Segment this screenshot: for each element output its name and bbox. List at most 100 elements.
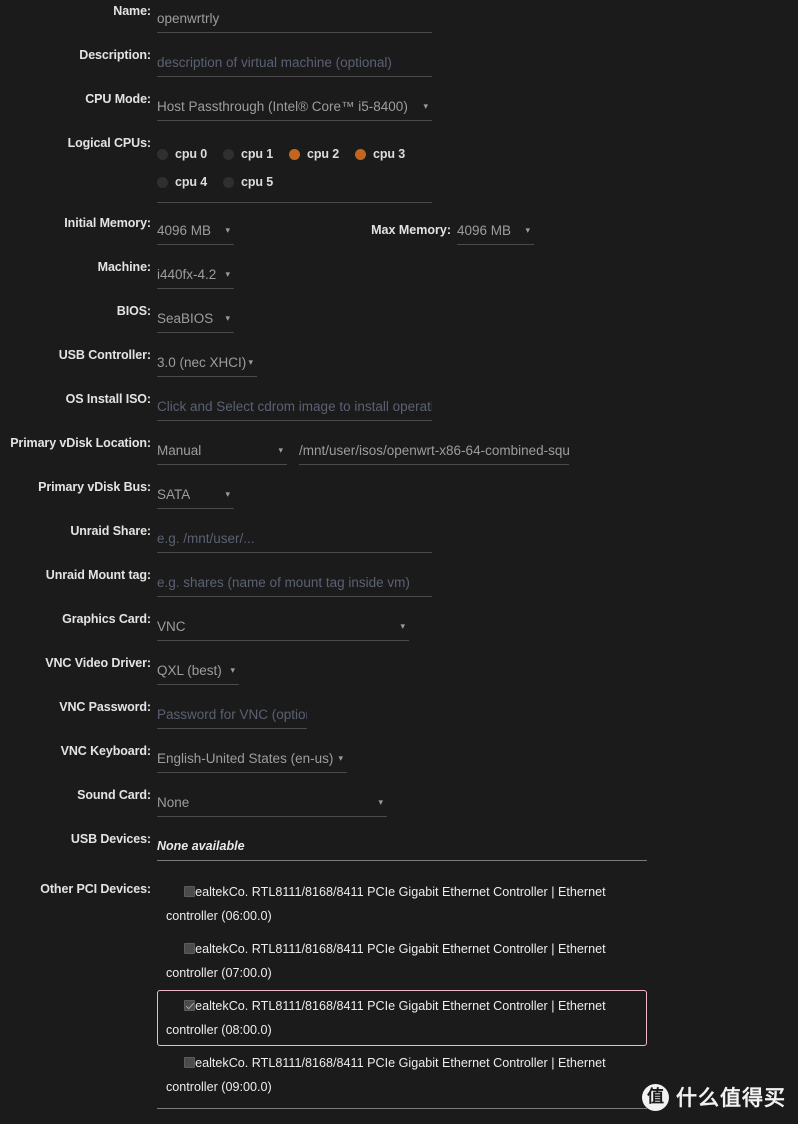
chevron-down-icon: ▾ <box>225 224 230 235</box>
unraid-mount-tag-input[interactable]: e.g. shares (name of mount tag inside vm… <box>157 568 432 597</box>
vnc-video-driver-value: QXL (best) <box>157 662 222 678</box>
vnc-password-placeholder: Password for VNC (optional <box>157 706 307 722</box>
chevron-down-icon: ▾ <box>338 752 343 763</box>
field-row-name: Name: openwrtrly <box>0 4 798 48</box>
sound-card-select[interactable]: None ▾ <box>157 788 387 817</box>
description-input[interactable]: description of virtual machine (optional… <box>157 48 432 77</box>
label-bios: BIOS: <box>116 304 151 318</box>
label-sound-card: Sound Card: <box>77 788 151 802</box>
chevron-down-icon: ▾ <box>225 312 230 323</box>
pci-device-item[interactable]: RealtekCo. RTL8111/8168/8411 PCIe Gigabi… <box>157 933 647 989</box>
vnc-keyboard-select[interactable]: English-United States (en-us) ▾ <box>157 744 347 773</box>
pci-device-item[interactable]: RealtekCo. RTL8111/8168/8411 PCIe Gigabi… <box>157 876 647 932</box>
field-row-machine: Machine: i440fx-4.2 ▾ <box>0 260 798 304</box>
primary-vdisk-bus-select[interactable]: SATA ▾ <box>157 480 234 509</box>
initial-memory-select[interactable]: 4096 MB ▾ <box>157 216 234 245</box>
label-vnc-keyboard: VNC Keyboard: <box>60 744 151 758</box>
label-logical-cpus: Logical CPUs: <box>67 136 152 150</box>
field-row-memory: Initial Memory: 4096 MB ▾ Max Memory: 40… <box>0 216 798 260</box>
field-row-usb-controller: USB Controller: 3.0 (nec XHCI) ▾ <box>0 348 798 392</box>
chevron-down-icon: ▾ <box>248 356 253 367</box>
label-os-install-iso: OS Install ISO: <box>65 392 151 406</box>
label-primary-vdisk-location: Primary vDisk Location: <box>10 436 151 450</box>
name-input[interactable]: openwrtrly <box>157 4 432 33</box>
field-row-vnc-keyboard: VNC Keyboard: English-United States (en-… <box>0 744 798 788</box>
chevron-down-icon: ▾ <box>525 224 530 235</box>
radio-icon <box>157 176 168 188</box>
max-memory-select[interactable]: 4096 MB ▾ <box>457 216 534 245</box>
radio-icon-selected <box>355 148 366 160</box>
usb-controller-select[interactable]: 3.0 (nec XHCI) ▾ <box>157 348 257 377</box>
unraid-mount-tag-placeholder: e.g. shares (name of mount tag inside vm… <box>157 574 410 590</box>
logical-cpus-group: cpu 0 cpu 1 cpu 2 cpu 3 cpu 4 cpu 5 <box>157 136 432 203</box>
description-placeholder: description of virtual machine (optional… <box>157 54 392 70</box>
field-row-logical-cpus: Logical CPUs: cpu 0 cpu 1 cpu 2 cpu 3 cp… <box>0 136 798 216</box>
primary-vdisk-bus-value: SATA <box>157 486 191 502</box>
chevron-down-icon: ▾ <box>400 620 405 631</box>
vnc-password-input[interactable]: Password for VNC (optional <box>157 700 307 729</box>
label-name: Name: <box>113 4 151 18</box>
pci-device-item-selected[interactable]: RealtekCo. RTL8111/8168/8411 PCIe Gigabi… <box>157 990 647 1046</box>
checkbox-icon[interactable] <box>184 943 195 954</box>
cpu-checkbox-1[interactable]: cpu 1 <box>223 147 289 161</box>
graphics-card-select[interactable]: VNC ▾ <box>157 612 409 641</box>
label-primary-vdisk-bus: Primary vDisk Bus: <box>38 480 151 494</box>
label-description: Description: <box>79 48 151 62</box>
field-row-usb-devices: USB Devices: None available <box>0 832 798 876</box>
checkbox-icon-checked[interactable] <box>184 1000 195 1011</box>
primary-vdisk-path-input[interactable]: /mnt/user/isos/openwrt-x86-64-combined-s… <box>299 436 569 465</box>
max-memory-value: 4096 MB <box>457 222 512 238</box>
usb-devices-list: None available <box>157 832 647 861</box>
field-row-bios: BIOS: SeaBIOS ▾ <box>0 304 798 348</box>
bios-select[interactable]: SeaBIOS ▾ <box>157 304 234 333</box>
vm-settings-form: Name: openwrtrly Description: descriptio… <box>0 0 798 1124</box>
radio-icon-selected <box>289 148 300 160</box>
initial-memory-value: 4096 MB <box>157 222 212 238</box>
label-unraid-mount-tag: Unraid Mount tag: <box>45 568 151 582</box>
checkbox-icon[interactable] <box>184 886 195 897</box>
graphics-card-value: VNC <box>157 618 186 634</box>
chevron-down-icon: ▾ <box>378 796 383 807</box>
cpu-mode-select[interactable]: Host Passthrough (Intel® Core™ i5-8400) … <box>157 92 432 121</box>
pci-device-item[interactable]: RealtekCo. RTL8111/8168/8411 PCIe Gigabi… <box>157 1047 647 1103</box>
cpu-mode-value: Host Passthrough (Intel® Core™ i5-8400) <box>157 98 408 114</box>
field-row-vnc-password: VNC Password: Password for VNC (optional <box>0 700 798 744</box>
pci-device-label: RealtekCo. RTL8111/8168/8411 PCIe Gigabi… <box>166 942 606 980</box>
field-row-cpu-mode: CPU Mode: Host Passthrough (Intel® Core™… <box>0 92 798 136</box>
cpu-checkbox-0[interactable]: cpu 0 <box>157 147 223 161</box>
os-install-iso-placeholder: Click and Select cdrom image to install … <box>157 398 432 414</box>
os-install-iso-input[interactable]: Click and Select cdrom image to install … <box>157 392 432 421</box>
checkbox-icon[interactable] <box>184 1057 195 1068</box>
field-row-unraid-mount-tag: Unraid Mount tag: e.g. shares (name of m… <box>0 568 798 612</box>
other-pci-devices-list: RealtekCo. RTL8111/8168/8411 PCIe Gigabi… <box>157 876 647 1109</box>
pci-device-label: RealtekCo. RTL8111/8168/8411 PCIe Gigabi… <box>166 999 606 1037</box>
name-input-value: openwrtrly <box>157 10 220 26</box>
label-max-memory: Max Memory: <box>371 223 451 237</box>
field-row-unraid-share: Unraid Share: e.g. /mnt/user/... <box>0 524 798 568</box>
primary-vdisk-location-select[interactable]: Manual ▾ <box>157 436 287 465</box>
primary-vdisk-path-value: /mnt/user/isos/openwrt-x86-64-combined-s… <box>299 442 569 458</box>
pci-device-label: RealtekCo. RTL8111/8168/8411 PCIe Gigabi… <box>166 885 606 923</box>
cpu-checkbox-4[interactable]: cpu 4 <box>157 175 223 189</box>
field-row-other-pci-devices: Other PCI Devices: RealtekCo. RTL8111/81… <box>0 876 798 1109</box>
label-vnc-password: VNC Password: <box>59 700 151 714</box>
label-graphics-card: Graphics Card: <box>62 612 151 626</box>
bios-value: SeaBIOS <box>157 310 214 326</box>
cpu-checkbox-5[interactable]: cpu 5 <box>223 175 289 189</box>
primary-vdisk-location-value: Manual <box>157 442 202 458</box>
cpu-checkbox-2[interactable]: cpu 2 <box>289 147 355 161</box>
chevron-down-icon: ▾ <box>225 268 230 279</box>
field-row-os-install-iso: OS Install ISO: Click and Select cdrom i… <box>0 392 798 436</box>
machine-select[interactable]: i440fx-4.2 ▾ <box>157 260 234 289</box>
vnc-video-driver-select[interactable]: QXL (best) ▾ <box>157 656 239 685</box>
field-row-sound-card: Sound Card: None ▾ <box>0 788 798 832</box>
unraid-share-input[interactable]: e.g. /mnt/user/... <box>157 524 432 553</box>
field-row-primary-vdisk-location: Primary vDisk Location: Manual ▾ /mnt/us… <box>0 436 798 480</box>
label-vnc-video-driver: VNC Video Driver: <box>45 656 151 670</box>
label-usb-controller: USB Controller: <box>58 348 151 362</box>
cpu-checkbox-3[interactable]: cpu 3 <box>355 147 421 161</box>
label-usb-devices: USB Devices: <box>70 832 151 846</box>
machine-value: i440fx-4.2 <box>157 266 217 282</box>
field-row-description: Description: description of virtual mach… <box>0 48 798 92</box>
pci-device-label: RealtekCo. RTL8111/8168/8411 PCIe Gigabi… <box>166 1056 606 1094</box>
